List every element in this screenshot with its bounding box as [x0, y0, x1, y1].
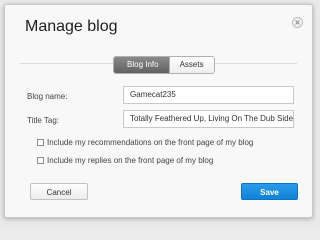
- recommendations-checkbox[interactable]: [37, 139, 44, 146]
- manage-blog-dialog: Manage blog Blog Info Assets Blog name: …: [4, 4, 313, 218]
- replies-checkbox-row[interactable]: Include my replies on the front page of …: [37, 156, 213, 165]
- tab-assets[interactable]: Assets: [168, 57, 214, 73]
- tab-bar: Blog Info Assets: [113, 56, 215, 74]
- title-tag-input[interactable]: Totally Feathered Up, Living On The Dub …: [123, 110, 294, 128]
- close-icon: [295, 20, 300, 25]
- recommendations-checkbox-label: Include my recommendations on the front …: [47, 138, 254, 147]
- replies-checkbox-label: Include my replies on the front page of …: [47, 156, 214, 165]
- blog-name-input[interactable]: Gamecat235: [123, 86, 294, 104]
- recommendations-checkbox-row[interactable]: Include my recommendations on the front …: [37, 138, 253, 147]
- close-button[interactable]: [292, 17, 303, 28]
- save-button[interactable]: Save: [241, 183, 298, 200]
- dialog-title: Manage blog: [25, 18, 118, 35]
- replies-checkbox[interactable]: [37, 157, 44, 164]
- blog-name-label: Blog name:: [27, 92, 68, 101]
- cancel-button[interactable]: Cancel: [30, 183, 88, 200]
- title-tag-label: Title Tag:: [27, 116, 60, 125]
- tab-blog-info[interactable]: Blog Info: [114, 57, 169, 73]
